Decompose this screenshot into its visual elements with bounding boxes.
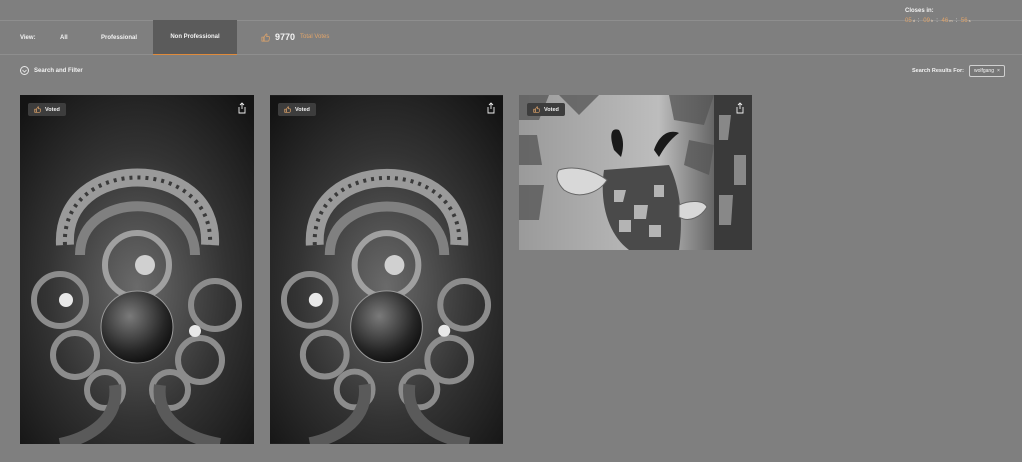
- share-icon[interactable]: [735, 102, 745, 114]
- voted-badge[interactable]: Voted: [278, 103, 316, 116]
- search-results: Search Results For: wolfgang ×: [912, 65, 1005, 77]
- timer-hours: 09: [923, 18, 930, 24]
- timer-days: 05: [905, 18, 912, 24]
- thumbs-up-icon: [284, 106, 291, 113]
- tab-all[interactable]: All: [60, 35, 68, 41]
- tab-non-professional-label: Non Professional: [170, 34, 220, 40]
- share-icon[interactable]: [237, 102, 247, 114]
- thumbs-up-icon: [261, 33, 270, 41]
- photo-panorama-1: [20, 95, 254, 444]
- view-label: View:: [20, 35, 36, 41]
- search-results-select[interactable]: wolfgang ×: [968, 65, 1005, 77]
- total-votes: 9770 Total Votes: [261, 32, 329, 42]
- share-icon[interactable]: [486, 102, 496, 114]
- tab-professional[interactable]: Professional: [101, 35, 137, 41]
- closes-in: Closes in: 05d: 09h: 46m: 56s: [905, 8, 972, 24]
- timer-seconds: 56: [960, 18, 968, 24]
- photo-card-3[interactable]: Voted: [519, 95, 752, 250]
- tab-non-professional[interactable]: Non Professional: [153, 20, 237, 55]
- closes-title: Closes in:: [905, 8, 934, 14]
- votes-label: Total Votes: [300, 34, 330, 40]
- thumbs-up-icon: [34, 106, 41, 113]
- voted-label: Voted: [45, 106, 60, 113]
- search-results-label: Search Results For:: [912, 68, 964, 74]
- timer-minutes: 46: [941, 18, 949, 24]
- photo-panorama-2: [270, 95, 503, 444]
- photo-card-1[interactable]: Voted: [20, 95, 254, 444]
- voted-badge[interactable]: Voted: [28, 103, 66, 116]
- chevron-down-icon: [20, 66, 29, 75]
- voted-label: Voted: [544, 106, 559, 113]
- search-and-filter-toggle[interactable]: Search and Filter: [20, 66, 83, 75]
- voted-label: Voted: [295, 106, 310, 113]
- photo-giraffe: [519, 95, 752, 250]
- voted-badge[interactable]: Voted: [527, 103, 565, 116]
- photo-card-2[interactable]: Voted: [270, 95, 503, 444]
- view-nav: View: All Professional Non Professional …: [0, 20, 1022, 55]
- votes-count: 9770: [275, 32, 296, 42]
- close-icon: ×: [996, 68, 1000, 74]
- search-and-filter-label: Search and Filter: [34, 67, 83, 74]
- search-results-value: wolfgang: [973, 68, 994, 74]
- thumbs-up-icon: [533, 106, 540, 113]
- countdown-timer: 05d: 09h: 46m: 56s: [905, 18, 971, 24]
